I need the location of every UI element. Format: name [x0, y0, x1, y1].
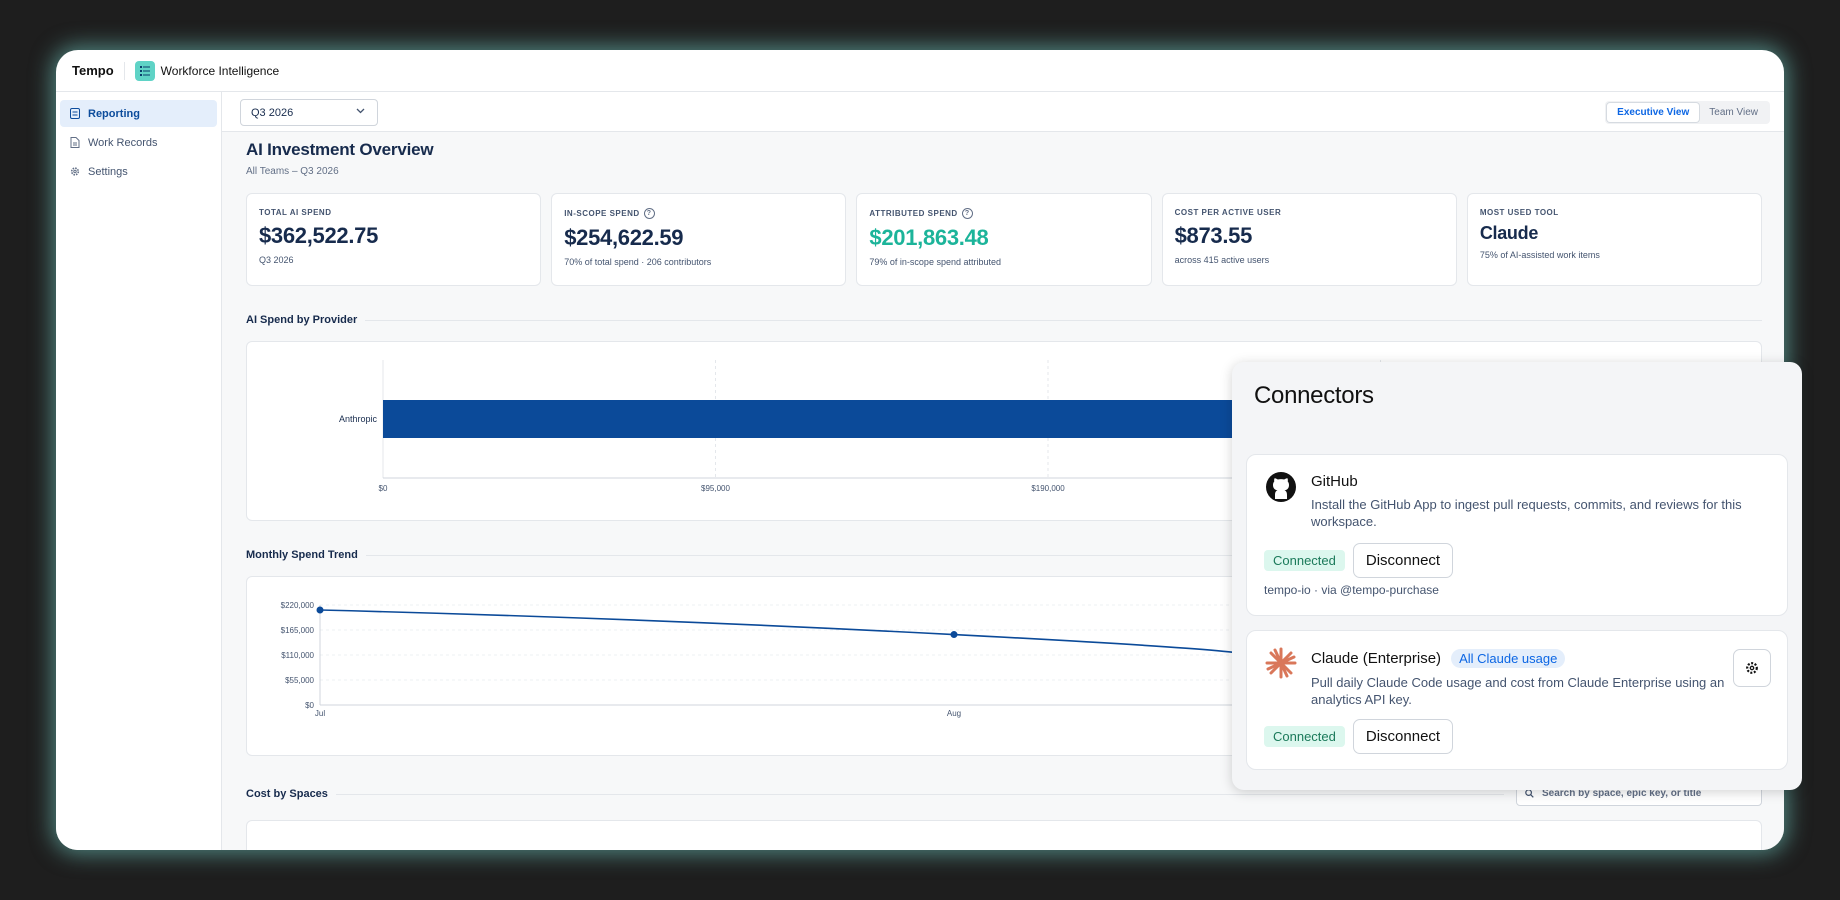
connector-body: GitHub Install the GitHub App to ingest …: [1311, 473, 1771, 530]
y-tick-label: $220,000: [281, 601, 315, 610]
x-tick-label: $190,000: [1031, 484, 1065, 493]
document-icon: [70, 137, 80, 148]
connector-actions: Connected Disconnect: [1264, 719, 1454, 754]
connectors-title: Connectors: [1254, 382, 1374, 409]
gear-icon: [70, 167, 80, 176]
section-provider: AI Spend by Provider: [246, 312, 1762, 328]
status-badge: Connected: [1264, 550, 1345, 571]
page-title: AI Investment Overview: [246, 140, 434, 159]
kpi-value: $254,622.59: [564, 225, 684, 250]
sidebar-item-label: Work Records: [88, 136, 158, 149]
tab-team-view[interactable]: Team View: [1699, 103, 1768, 122]
sidebar: Reporting Work Records Settings: [56, 92, 222, 850]
y-tick-label: Anthropic: [339, 414, 378, 424]
gear-icon: [1746, 662, 1758, 674]
connector-name: Claude (Enterprise) All Claude usage: [1311, 649, 1771, 668]
kpi-note: 75% of AI-assisted work items: [1479, 250, 1600, 260]
kpi-card-attributed-spend: ATTRIBUTED SPEND? $201,863.48 79% of in-…: [856, 193, 1152, 286]
kpi-value: $201,863.48: [869, 225, 989, 250]
kpi-value: $362,522.75: [259, 223, 379, 248]
y-tick-label: $55,000: [285, 676, 314, 685]
kpi-row: TOTAL AI SPEND $362,522.75 Q3 2026 IN-SC…: [246, 193, 1763, 286]
x-tick-label: $0: [379, 484, 388, 493]
kpi-label: MOST USED TOOL: [1479, 208, 1559, 217]
connector-name: GitHub: [1311, 473, 1358, 490]
connectors-panel: Connectors GitHub Install the GitHub App…: [1232, 362, 1802, 790]
sidebar-item-label: Settings: [88, 165, 128, 178]
workforce-app-icon: [134, 60, 155, 81]
series-line: [319, 609, 1250, 657]
scope-badge: All Claude usage: [1451, 649, 1566, 668]
sidebar-item-reporting[interactable]: Reporting: [60, 100, 217, 127]
x-tick-label: $95,000: [701, 484, 730, 493]
claude-icon: [1265, 647, 1297, 679]
kpi-label: IN-SCOPE SPEND?: [564, 208, 833, 219]
section-title: AI Spend by Provider: [246, 314, 358, 326]
spaces-table-panel: [246, 820, 1762, 850]
kpi-note: 70% of total spend · 206 contributors: [564, 257, 712, 267]
y-tick-label: $165,000: [281, 626, 315, 635]
sidebar-item-work-records[interactable]: Work Records: [60, 129, 217, 156]
sidebar-item-label: Reporting: [88, 107, 140, 120]
kpi-card-cost-per-user: COST PER ACTIVE USER $873.55 across 415 …: [1161, 193, 1457, 286]
disconnect-button[interactable]: Disconnect: [1352, 719, 1454, 754]
section-title: Cost by Spaces: [246, 788, 328, 800]
tab-executive-view[interactable]: Executive View: [1607, 103, 1700, 122]
kpi-card-most-used-tool: MOST USED TOOL Claude 75% of AI-assisted…: [1466, 193, 1763, 286]
sidebar-item-settings[interactable]: Settings: [60, 158, 217, 185]
github-icon: [1266, 472, 1296, 502]
data-point: [950, 631, 958, 639]
app-title: Workforce Intelligence: [160, 63, 280, 78]
x-tick-label: Aug: [947, 709, 961, 718]
kpi-note: 79% of in-scope spend attributed: [869, 257, 1001, 267]
page-subtitle: All Teams – Q3 2026: [246, 166, 339, 177]
kpi-label: COST PER ACTIVE USER: [1174, 208, 1282, 217]
connector-settings-button[interactable]: [1733, 649, 1771, 687]
help-icon[interactable]: ?: [961, 208, 973, 219]
connector-card-claude: Claude (Enterprise) All Claude usage Pul…: [1246, 630, 1788, 770]
status-badge: Connected: [1264, 726, 1345, 747]
view-toggle: Executive View Team View: [1605, 101, 1770, 124]
data-point: [316, 606, 324, 614]
kpi-note: across 415 active users: [1174, 255, 1270, 265]
section-title: Monthly Spend Trend: [246, 549, 358, 561]
x-tick-label: Jul: [315, 709, 325, 718]
kpi-value: Claude: [1479, 223, 1539, 243]
kpi-value: $873.55: [1174, 223, 1253, 248]
connector-description: Install the GitHub App to ingest pull re…: [1311, 497, 1742, 529]
period-select[interactable]: Q3 2026: [240, 99, 378, 126]
kpi-note: Q3 2026: [259, 255, 294, 265]
report-icon: [70, 108, 80, 119]
top-bar: Tempo Workforce Intelligence: [56, 50, 1784, 92]
connector-description: Pull daily Claude Code usage and cost fr…: [1311, 675, 1725, 707]
chevron-down-icon: [356, 108, 365, 114]
kpi-card-in-scope-spend: IN-SCOPE SPEND? $254,622.59 70% of total…: [551, 193, 847, 286]
period-value: Q3 2026: [251, 106, 294, 119]
disconnect-button[interactable]: Disconnect: [1352, 543, 1454, 578]
kpi-card-total-spend: TOTAL AI SPEND $362,522.75 Q3 2026: [246, 193, 542, 286]
help-icon[interactable]: ?: [643, 208, 655, 219]
y-tick-label: $110,000: [281, 651, 314, 660]
toolbar: Q3 2026 Executive View Team View: [222, 92, 1784, 132]
kpi-label: ATTRIBUTED SPEND?: [869, 208, 1138, 219]
connector-card-github: GitHub Install the GitHub App to ingest …: [1246, 454, 1788, 616]
y-tick-label: $0: [305, 701, 314, 710]
connector-meta: tempo-io · via @tempo-purchase: [1264, 583, 1439, 597]
connector-body: Claude (Enterprise) All Claude usage Pul…: [1311, 649, 1771, 708]
brand-logo[interactable]: Tempo: [72, 61, 125, 80]
kpi-label: TOTAL AI SPEND: [259, 208, 332, 217]
connector-actions: Connected Disconnect: [1264, 543, 1454, 578]
